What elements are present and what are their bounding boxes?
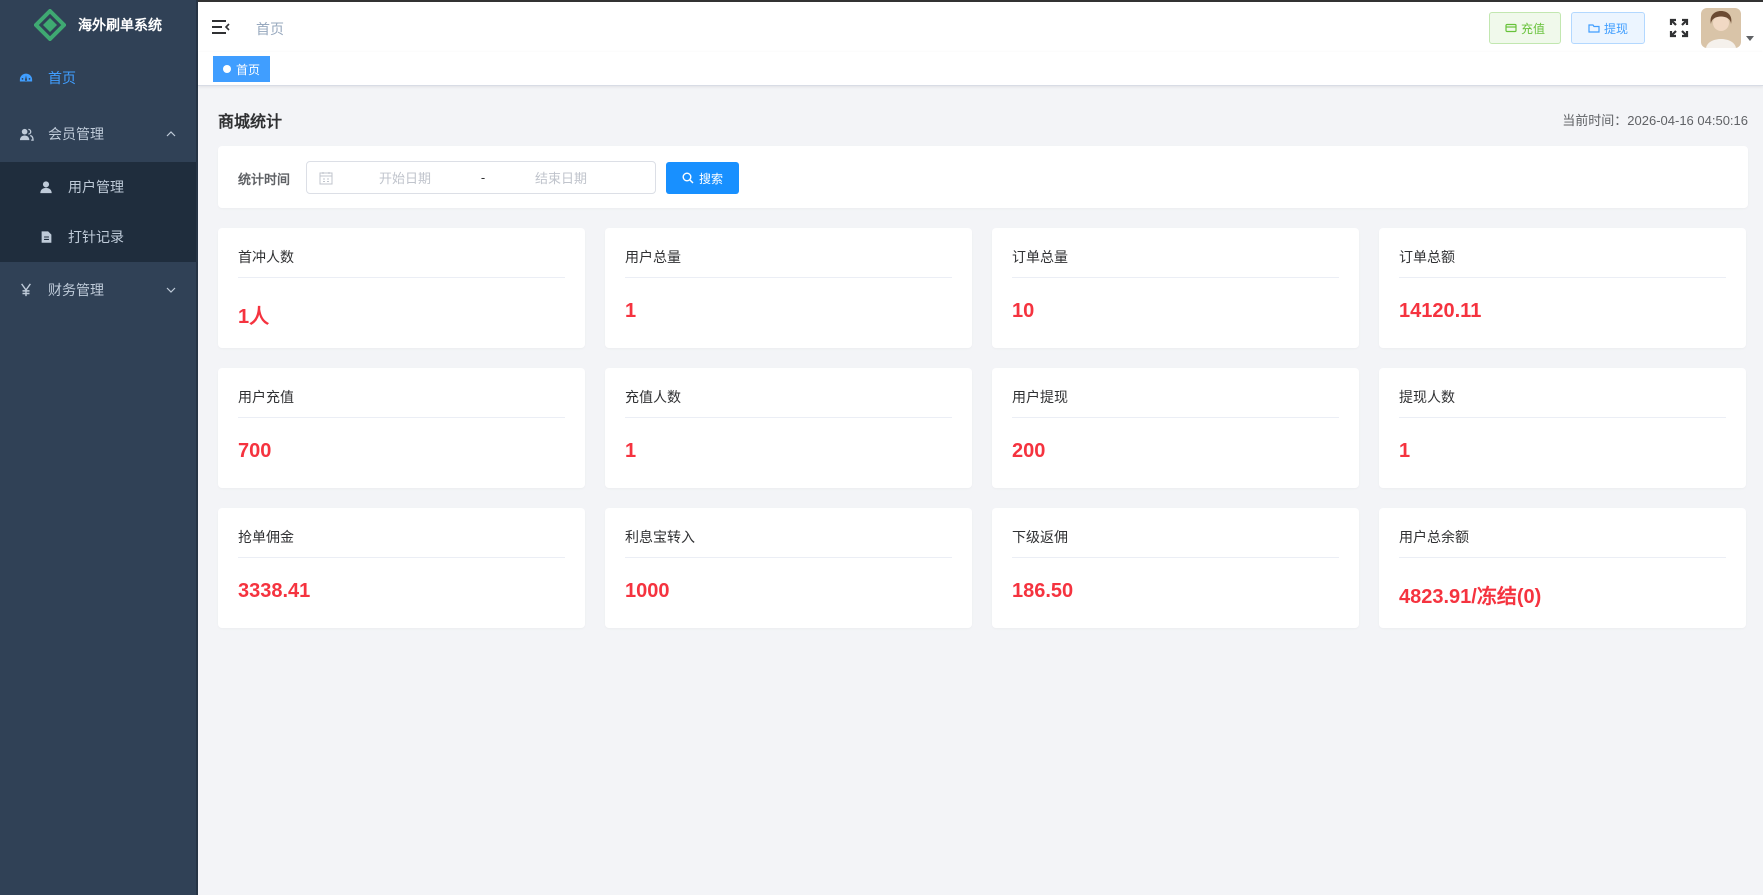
document-icon xyxy=(38,229,54,245)
stat-label: 充值人数 xyxy=(625,368,952,418)
calendar-icon xyxy=(319,171,333,184)
app-title: 海外刷单系统 xyxy=(78,17,162,33)
tags-view: 首页 xyxy=(198,52,1763,86)
members-icon xyxy=(18,126,34,142)
search-label: 搜索 xyxy=(698,171,723,186)
page-header: 商城统计 当前时间：2026-04-16 04:50:16 xyxy=(218,86,1748,146)
logo-icon xyxy=(34,9,66,41)
stat-value: 3338.41 xyxy=(238,580,311,602)
withdraw-label: 提现 xyxy=(1603,21,1628,36)
stat-card-withdraw-users: 提现人数 1 xyxy=(1379,368,1746,488)
recharge-label: 充值 xyxy=(1520,21,1545,36)
stat-card-user-withdraw: 用户提现 200 xyxy=(992,368,1359,488)
stat-value: 1 xyxy=(625,440,637,462)
stat-card-interest-transfer: 利息宝转入 1000 xyxy=(605,508,972,628)
stat-label: 下级返佣 xyxy=(1012,508,1339,558)
sidebar-item-label: 首页 xyxy=(48,70,76,86)
filter-card: 统计时间 开始日期 - 结束日期 搜索 xyxy=(218,146,1748,208)
stat-card-first-recharge: 首冲人数 1人 xyxy=(218,228,585,348)
stat-value: 200 xyxy=(1012,440,1046,462)
stats-grid: 首冲人数 1人 用户总量 1 订单总量 10 订单总额 14120.11 用户充… xyxy=(218,228,1748,628)
yen-icon xyxy=(18,282,34,298)
topbar: 首页 充值 提现 xyxy=(198,0,1763,52)
withdraw-button[interactable]: 提现 xyxy=(1571,12,1645,44)
tag-home[interactable]: 首页 xyxy=(213,56,271,82)
stat-label: 首冲人数 xyxy=(238,228,565,278)
sidebar-item-home[interactable]: 首页 xyxy=(0,50,196,106)
stat-value: 1 xyxy=(625,300,637,322)
sidebar: 海外刷单系统 首页 会员管理 用户管理 打针记录 财务管理 xyxy=(0,0,198,895)
stat-value: 1 xyxy=(1399,440,1411,462)
stat-value: 10 xyxy=(1012,300,1035,322)
filter-label: 统计时间 xyxy=(238,172,291,187)
card-icon xyxy=(1505,23,1517,33)
search-icon xyxy=(682,172,694,184)
user-icon xyxy=(38,179,54,195)
breadcrumb[interactable]: 首页 xyxy=(256,19,284,39)
stat-value: 1000 xyxy=(625,580,670,602)
active-dot-icon xyxy=(223,65,231,73)
stat-card-sub-commission: 下级返佣 186.50 xyxy=(992,508,1359,628)
stat-label: 用户充值 xyxy=(238,368,565,418)
stat-label: 订单总量 xyxy=(1012,228,1339,278)
stat-label: 用户提现 xyxy=(1012,368,1339,418)
hamburger-icon[interactable] xyxy=(212,19,230,35)
fullscreen-icon[interactable] xyxy=(1669,18,1689,38)
date-range-picker[interactable]: 开始日期 - 结束日期 xyxy=(306,161,656,194)
sidebar-item-label: 会员管理 xyxy=(48,126,104,142)
stat-value: 14120.11 xyxy=(1399,300,1482,322)
stat-card-total-orders: 订单总量 10 xyxy=(992,228,1359,348)
sidebar-item-label: 财务管理 xyxy=(48,282,104,298)
tag-label: 首页 xyxy=(236,62,261,77)
stat-label: 订单总额 xyxy=(1399,228,1726,278)
sidebar-item-label: 用户管理 xyxy=(68,179,124,195)
folder-icon xyxy=(1588,24,1600,33)
chevron-up-icon xyxy=(166,131,176,137)
dashboard-icon xyxy=(18,70,34,86)
main-content: 商城统计 当前时间：2026-04-16 04:50:16 统计时间 开始日期 … xyxy=(218,86,1748,628)
current-time: 当前时间：2026-04-16 04:50:16 xyxy=(1562,113,1748,128)
stat-label: 利息宝转入 xyxy=(625,508,952,558)
stat-card-recharge-users: 充值人数 1 xyxy=(605,368,972,488)
search-button[interactable]: 搜索 xyxy=(666,162,739,194)
sidebar-item-label: 打针记录 xyxy=(68,229,124,245)
sidebar-item-user-management[interactable]: 用户管理 xyxy=(0,162,196,212)
stat-value: 1人 xyxy=(238,306,270,328)
stat-label: 用户总余额 xyxy=(1399,508,1726,558)
page-title: 商城统计 xyxy=(218,114,283,131)
stat-label: 用户总量 xyxy=(625,228,952,278)
stat-label: 抢单佣金 xyxy=(238,508,565,558)
chevron-down-icon xyxy=(166,287,176,293)
avatar[interactable] xyxy=(1701,8,1741,48)
stat-card-grab-commission: 抢单佣金 3338.41 xyxy=(218,508,585,628)
stat-label: 提现人数 xyxy=(1399,368,1726,418)
recharge-button[interactable]: 充值 xyxy=(1489,12,1561,44)
sidebar-item-records[interactable]: 打针记录 xyxy=(0,212,196,262)
sidebar-item-members[interactable]: 会员管理 xyxy=(0,106,196,162)
sidebar-item-finance[interactable]: 财务管理 xyxy=(0,262,196,318)
stat-card-total-users: 用户总量 1 xyxy=(605,228,972,348)
stat-value: 186.50 xyxy=(1012,580,1074,602)
date-separator: - xyxy=(480,170,486,185)
start-date-input[interactable]: 开始日期 xyxy=(345,168,465,187)
stat-card-total-balance: 用户总余额 4823.91/冻结(0) xyxy=(1379,508,1746,628)
end-date-input[interactable]: 结束日期 xyxy=(501,168,621,187)
stat-card-user-recharge: 用户充值 700 xyxy=(218,368,585,488)
submenu-members: 用户管理 打针记录 xyxy=(0,162,196,262)
stat-card-order-amount: 订单总额 14120.11 xyxy=(1379,228,1746,348)
caret-down-icon[interactable] xyxy=(1746,36,1754,41)
stat-value: 4823.91/冻结(0) xyxy=(1399,586,1542,608)
logo[interactable]: 海外刷单系统 xyxy=(0,0,196,50)
stat-value: 700 xyxy=(238,440,272,462)
